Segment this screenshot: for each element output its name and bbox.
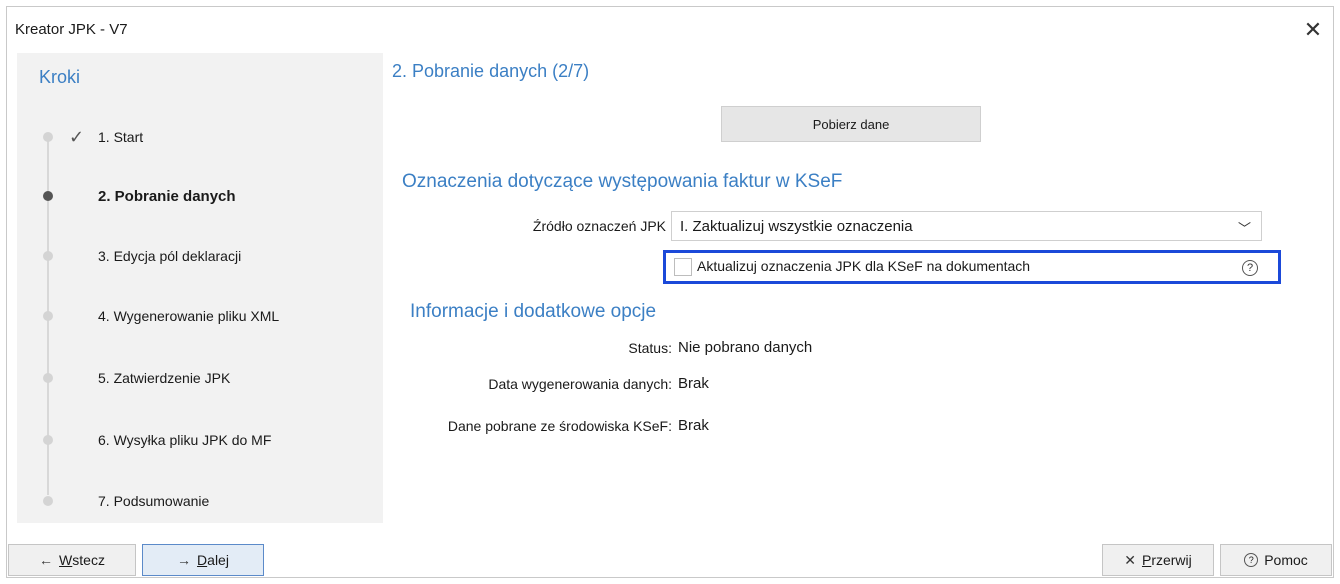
step-label: 7. Podsumowanie <box>98 493 210 509</box>
steps-sidebar: Kroki ✓ 1. Start 2. Pobranie danych 3. E… <box>17 53 383 523</box>
next-button[interactable]: → Dalej <box>142 544 264 576</box>
window-title: Kreator JPK - V7 <box>15 21 128 38</box>
date-value: Brak <box>678 375 709 392</box>
status-value: Nie pobrano danych <box>678 339 813 356</box>
step-dot <box>43 435 53 445</box>
help-circle-icon[interactable]: ? <box>1242 260 1258 276</box>
info-section-title: Informacje i dodatkowe opcje <box>410 301 657 322</box>
step-podsumowanie[interactable]: 7. Podsumowanie <box>17 489 383 513</box>
next-label: Dalej <box>197 552 229 568</box>
chevron-down-icon: ﹀ <box>1237 221 1251 236</box>
step-label: 2. Pobranie danych <box>98 187 236 205</box>
close-icon: ✕ <box>1303 17 1323 42</box>
help-label: Pomoc <box>1264 552 1308 568</box>
cancel-button[interactable]: ✕ Przerwij <box>1102 544 1214 576</box>
step-label: 5. Zatwierdzenie JPK <box>98 370 231 386</box>
update-ksef-checkbox[interactable] <box>674 258 692 276</box>
step-label: 3. Edycja pól deklaracji <box>98 248 242 264</box>
source-select-value: I. Zaktualizuj wszystkie oznaczenia <box>680 218 913 235</box>
close-button[interactable]: ✕ <box>1293 13 1333 47</box>
step-wysylka[interactable]: 6. Wysyłka pliku JPK do MF <box>17 428 383 452</box>
update-ksef-checkbox-label[interactable]: Aktualizuj oznaczenia JPK dla KSeF na do… <box>697 258 1030 274</box>
checkmark-icon: ✓ <box>69 126 85 147</box>
arrow-left-icon: ← <box>39 552 54 568</box>
step-edycja-pol[interactable]: 3. Edycja pól deklaracji <box>17 244 383 268</box>
source-select[interactable]: I. Zaktualizuj wszystkie oznaczenia ﹀ <box>671 211 1262 241</box>
close-icon: ✕ <box>1124 551 1136 568</box>
page-title: 2. Pobranie danych (2/7) <box>392 61 590 81</box>
step-zatwierdzenie[interactable]: 5. Zatwierdzenie JPK <box>17 366 383 390</box>
ksef-data-value: Brak <box>678 417 709 434</box>
status-label: Status: <box>628 340 672 356</box>
step-dot <box>43 251 53 261</box>
back-label: Wstecz <box>59 552 105 568</box>
back-button[interactable]: ← Wstecz <box>8 544 136 576</box>
help-circle-icon: ? <box>1244 553 1259 567</box>
arrow-right-icon: → <box>177 552 192 568</box>
help-button[interactable]: ? Pomoc <box>1220 544 1332 576</box>
title-bar: Kreator JPK - V7 ✕ <box>7 7 1333 53</box>
ksef-section-title: Oznaczenia dotyczące występowania faktur… <box>402 171 843 192</box>
step-dot <box>43 373 53 383</box>
wizard-window: Kreator JPK - V7 ✕ Kroki ✓ 1. Start 2. P… <box>6 6 1334 578</box>
cancel-label: Przerwij <box>1141 552 1192 568</box>
step-wygenerowanie-xml[interactable]: 4. Wygenerowanie pliku XML <box>17 304 383 328</box>
step-start[interactable]: ✓ 1. Start <box>17 125 383 149</box>
step-label: 6. Wysyłka pliku JPK do MF <box>98 432 272 448</box>
step-dot-active <box>43 191 53 201</box>
ksef-data-label: Dane pobrane ze środowiska KSeF: <box>447 418 672 434</box>
step-dot <box>43 132 53 142</box>
step-label: 1. Start <box>98 129 144 145</box>
fetch-data-button[interactable]: Pobierz dane <box>721 106 981 142</box>
step-dot <box>43 496 53 506</box>
date-label: Data wygenerowania danych: <box>488 376 672 392</box>
source-label: Źródło oznaczeń JPK <box>532 218 666 234</box>
step-label: 4. Wygenerowanie pliku XML <box>98 308 280 324</box>
step-pobranie-danych[interactable]: 2. Pobranie danych <box>17 184 383 208</box>
sidebar-title: Kroki <box>39 67 81 87</box>
step-dot <box>43 311 53 321</box>
